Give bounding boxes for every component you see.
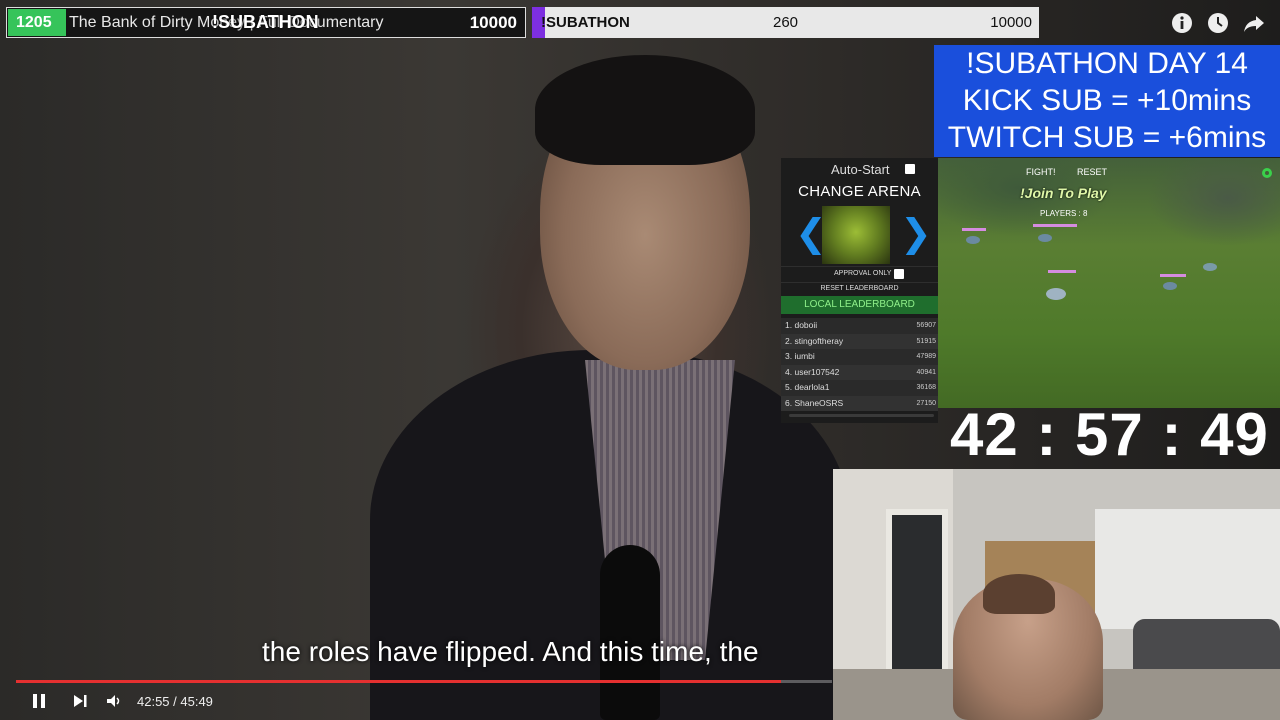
subathon-timer: 42 : 57 : 49 bbox=[950, 401, 1269, 468]
player-nametag bbox=[962, 228, 986, 231]
clock-icon[interactable] bbox=[1207, 12, 1229, 34]
player-nametag bbox=[1160, 274, 1186, 277]
leaderboard-rank: 1. bbox=[785, 320, 793, 330]
sub-goal-bar-right: !SUBATHON 260 10000 bbox=[532, 7, 1039, 38]
leaderboard-scrollbar[interactable] bbox=[789, 414, 934, 417]
sub-goal: 10000 bbox=[990, 14, 1032, 31]
arena-panel: Auto-Start CHANGE ARENA ❮ ❯ APPROVAL ONL… bbox=[781, 158, 938, 423]
auto-start-label: Auto-Start bbox=[831, 162, 890, 177]
player-unit bbox=[966, 236, 980, 244]
gear-icon[interactable] bbox=[1260, 166, 1274, 180]
pause-icon[interactable] bbox=[30, 692, 48, 710]
arrow-right-icon[interactable]: ❯ bbox=[900, 214, 932, 254]
divider bbox=[781, 282, 938, 283]
video-progress-bar[interactable] bbox=[16, 680, 832, 683]
leaderboard-rank: 4. bbox=[785, 366, 793, 377]
player-unit bbox=[1163, 282, 1177, 290]
video-subtitle: the roles have flipped. And this time, t… bbox=[262, 636, 759, 667]
leaderboard-score: 27150 bbox=[916, 399, 936, 407]
subathon-label: !SUBATHON bbox=[541, 14, 630, 31]
change-arena-button[interactable]: CHANGE ARENA bbox=[781, 183, 938, 200]
player-nametag bbox=[1048, 270, 1076, 273]
players-count: PLAYERS : 8 bbox=[1040, 209, 1088, 218]
leaderboard-score: 40941 bbox=[916, 368, 936, 376]
leaderboard-name: ShaneOSRS bbox=[794, 397, 844, 408]
leaderboard-name: stingoftheray bbox=[794, 335, 844, 346]
fight-button[interactable]: FIGHT! bbox=[1026, 167, 1056, 177]
sub-goal: 10000 bbox=[469, 13, 517, 32]
leaderboard-name: dearlola1 bbox=[794, 382, 830, 392]
banner-line: TWITCH SUB = +6mins bbox=[947, 121, 1267, 154]
player-unit bbox=[1203, 263, 1217, 271]
approval-only-label: APPROVAL ONLY bbox=[834, 270, 892, 277]
local-leaderboard-header: LOCAL LEADERBOARD bbox=[781, 296, 938, 314]
leaderboard-name: user107542 bbox=[794, 366, 840, 377]
video-progress-fill bbox=[16, 680, 781, 683]
leaderboard-rank: 6. bbox=[785, 397, 793, 408]
leaderboard-score: 36168 bbox=[916, 384, 936, 391]
info-icon[interactable] bbox=[1171, 12, 1193, 34]
streamer-hair bbox=[983, 574, 1055, 614]
speaker-hair bbox=[535, 55, 755, 165]
volume-icon[interactable] bbox=[105, 692, 123, 710]
leaderboard-row: 3. iumbi 47989 bbox=[781, 349, 938, 365]
leaderboard-rank: 5. bbox=[785, 382, 793, 392]
leaderboard-row: 2. stingoftheray 51915 bbox=[781, 333, 938, 349]
leaderboard-row: 1. doboii 56907 bbox=[781, 318, 938, 334]
share-icon[interactable] bbox=[1243, 12, 1265, 34]
leaderboard-score: 51915 bbox=[916, 337, 936, 345]
player-unit bbox=[1038, 234, 1052, 242]
subathon-banner: !SUBATHON DAY 14 KICK SUB = +10mins TWIT… bbox=[934, 45, 1280, 157]
leaderboard-score: 56907 bbox=[916, 322, 936, 329]
webcam-feed bbox=[833, 469, 1280, 720]
player-unit bbox=[1046, 288, 1066, 300]
leaderboard-name: iumbi bbox=[794, 351, 815, 361]
sub-count: 260 bbox=[773, 14, 799, 31]
reset-leaderboard-button[interactable]: RESET LEADERBOARD bbox=[781, 285, 938, 292]
game-view[interactable]: FIGHT! RESET !Join To Play PLAYERS : 8 bbox=[938, 158, 1280, 408]
sub-goal-bar-left: 1205 The Bank of Dirty Money | Full Docu… bbox=[6, 7, 526, 38]
banner-line: KICK SUB = +10mins bbox=[962, 84, 1252, 117]
reset-button[interactable]: RESET bbox=[1077, 167, 1107, 177]
microphone bbox=[600, 545, 660, 720]
leaderboard-score: 47989 bbox=[916, 353, 936, 360]
cam-whiteboard bbox=[1095, 509, 1280, 629]
leaderboard-list: 1. doboii 56907 2. stingoftheray 51915 3… bbox=[781, 318, 938, 411]
sub-count: 1205 bbox=[8, 9, 66, 36]
leaderboard-row: 4. user107542 40941 bbox=[781, 364, 938, 380]
next-icon[interactable] bbox=[71, 692, 89, 710]
leaderboard-row: 5. dearlola1 36168 bbox=[781, 380, 938, 396]
player-nametag bbox=[1033, 224, 1077, 227]
subathon-label: !SUBATHON bbox=[212, 12, 319, 32]
approval-only-checkbox[interactable] bbox=[894, 269, 904, 279]
leaderboard-rank: 3. bbox=[785, 351, 793, 361]
leaderboard-row: 6. ShaneOSRS 27150 bbox=[781, 395, 938, 411]
leaderboard-rank: 2. bbox=[785, 335, 793, 346]
banner-line: !SUBATHON DAY 14 bbox=[966, 47, 1248, 80]
video-time: 42:55 / 45:49 bbox=[137, 694, 213, 709]
leaderboard-name: doboii bbox=[794, 320, 818, 330]
arena-preview bbox=[822, 206, 890, 264]
divider bbox=[781, 266, 938, 267]
cam-door bbox=[886, 509, 948, 679]
auto-start-checkbox[interactable] bbox=[905, 164, 915, 174]
join-to-play-label: !Join To Play bbox=[1020, 185, 1107, 201]
